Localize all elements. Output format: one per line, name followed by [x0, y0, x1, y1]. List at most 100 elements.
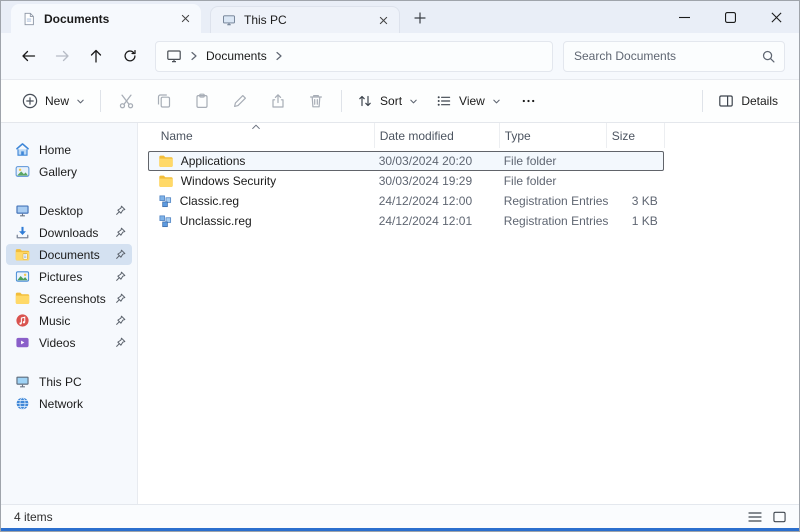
- tab-close-icon[interactable]: [177, 10, 194, 27]
- registry-file-icon: [158, 214, 173, 229]
- delete-button[interactable]: [297, 84, 335, 118]
- file-name-cell: Unclassic.reg: [148, 214, 374, 229]
- file-type: File folder: [499, 174, 606, 188]
- column-header-type[interactable]: Type: [500, 123, 607, 148]
- address-bar[interactable]: Documents: [155, 41, 553, 72]
- pictures-icon: [15, 269, 30, 284]
- share-icon: [270, 93, 286, 109]
- network-icon: [15, 396, 30, 411]
- sidebar-item-label: Pictures: [39, 270, 82, 284]
- sidebar-item-downloads[interactable]: Downloads: [6, 222, 132, 243]
- column-header-date-modified[interactable]: Date modified: [375, 123, 500, 148]
- pencil-icon: [232, 93, 248, 109]
- minimize-button[interactable]: [661, 1, 707, 33]
- copy-button[interactable]: [145, 84, 183, 118]
- sidebar-item-desktop[interactable]: Desktop: [6, 200, 132, 221]
- folder-icon: [158, 155, 174, 168]
- file-name: Classic.reg: [180, 194, 239, 208]
- sidebar-item-documents[interactable]: Documents: [6, 244, 132, 265]
- sidebar-item-music[interactable]: Music: [6, 310, 132, 331]
- music-icon: [15, 313, 30, 328]
- column-header-name[interactable]: Name: [139, 123, 375, 148]
- sort-icon: [357, 93, 373, 109]
- large-icons-view-icon: [773, 511, 786, 523]
- up-button[interactable]: [79, 40, 113, 72]
- search-input[interactable]: [574, 49, 761, 63]
- sidebar-item-videos[interactable]: Videos: [6, 332, 132, 353]
- sidebar-item-label: Home: [39, 143, 71, 157]
- column-header-size[interactable]: Size: [607, 123, 665, 148]
- sidebar-item-label: Documents: [39, 248, 100, 262]
- sidebar-item-screenshots[interactable]: Screenshots: [6, 288, 132, 309]
- sort-button[interactable]: Sort: [348, 84, 427, 118]
- sidebar-item-gallery[interactable]: Gallery: [6, 161, 132, 182]
- file-type: Registration Entries: [499, 194, 606, 208]
- refresh-button[interactable]: [113, 40, 147, 72]
- search-icon: [761, 49, 776, 64]
- file-name: Unclassic.reg: [180, 214, 252, 228]
- sidebar-separator: [1, 354, 137, 371]
- new-tab-button[interactable]: [407, 5, 433, 31]
- details-view-toggle[interactable]: [743, 507, 767, 527]
- rename-button[interactable]: [221, 84, 259, 118]
- sidebar-item-home[interactable]: Home: [6, 139, 132, 160]
- more-options-button[interactable]: [510, 84, 548, 118]
- file-name-cell: Classic.reg: [148, 194, 374, 209]
- column-headers: Name Date modified Type Size: [139, 123, 799, 148]
- pin-icon: [115, 293, 126, 304]
- details-pane-button[interactable]: Details: [709, 84, 787, 118]
- details-pane-icon: [718, 93, 734, 109]
- large-icons-view-toggle[interactable]: [767, 507, 791, 527]
- documents-icon: [15, 248, 30, 262]
- file-row-classic-reg[interactable]: Classic.reg 24/12/2024 12:00 Registratio…: [148, 191, 664, 211]
- file-rows: Applications 30/03/2024 20:20 File folde…: [138, 151, 799, 231]
- pin-icon: [115, 337, 126, 348]
- tab-documents[interactable]: Documents: [11, 4, 201, 33]
- file-row-windows-security[interactable]: Windows Security 30/03/2024 19:29 File f…: [148, 171, 664, 191]
- command-bar: New: [1, 79, 799, 123]
- view-button-label: View: [459, 94, 485, 108]
- column-label: Size: [612, 129, 635, 143]
- window-bottom-accent: [1, 528, 799, 531]
- back-button[interactable]: [11, 40, 45, 72]
- cut-button[interactable]: [107, 84, 145, 118]
- view-list-icon: [436, 93, 452, 109]
- computer-icon: [15, 374, 30, 389]
- tab-label: Documents: [44, 12, 169, 26]
- monitor-icon: [166, 48, 182, 64]
- file-type: Registration Entries: [499, 214, 606, 228]
- file-list: Name Date modified Type Size: [138, 123, 799, 504]
- tab-strip: Documents This PC: [1, 1, 661, 33]
- tab-close-icon[interactable]: [375, 12, 392, 29]
- file-name-cell: Applications: [148, 154, 374, 168]
- window-controls: [661, 1, 799, 33]
- sidebar-separator: [1, 183, 137, 200]
- tab-this-pc[interactable]: This PC: [210, 6, 400, 33]
- toolbar-divider: [702, 90, 703, 112]
- paste-button[interactable]: [183, 84, 221, 118]
- search-box[interactable]: [563, 41, 785, 72]
- details-button-label: Details: [741, 94, 778, 108]
- close-button[interactable]: [753, 1, 799, 33]
- view-button[interactable]: View: [427, 84, 510, 118]
- chevron-down-icon: [492, 97, 501, 106]
- new-button[interactable]: New: [13, 84, 94, 118]
- share-button[interactable]: [259, 84, 297, 118]
- sidebar-item-pictures[interactable]: Pictures: [6, 266, 132, 287]
- breadcrumb-documents[interactable]: Documents: [206, 49, 267, 63]
- plus-circle-icon: [22, 93, 38, 109]
- pin-icon: [115, 249, 126, 260]
- maximize-button[interactable]: [707, 1, 753, 33]
- file-row-applications[interactable]: Applications 30/03/2024 20:20 File folde…: [148, 151, 664, 171]
- clipboard-icon: [194, 93, 210, 109]
- sidebar-item-label: Downloads: [39, 226, 98, 240]
- pin-icon: [115, 205, 126, 216]
- file-row-unclassic-reg[interactable]: Unclassic.reg 24/12/2024 12:01 Registrat…: [148, 211, 664, 231]
- forward-button[interactable]: [45, 40, 79, 72]
- sidebar-item-network[interactable]: Network: [6, 393, 132, 414]
- folder-icon: [158, 175, 174, 188]
- file-name-cell: Windows Security: [148, 174, 374, 188]
- home-icon: [15, 142, 30, 157]
- sidebar-item-this-pc[interactable]: This PC: [6, 371, 132, 392]
- chevron-right-icon: [275, 51, 283, 61]
